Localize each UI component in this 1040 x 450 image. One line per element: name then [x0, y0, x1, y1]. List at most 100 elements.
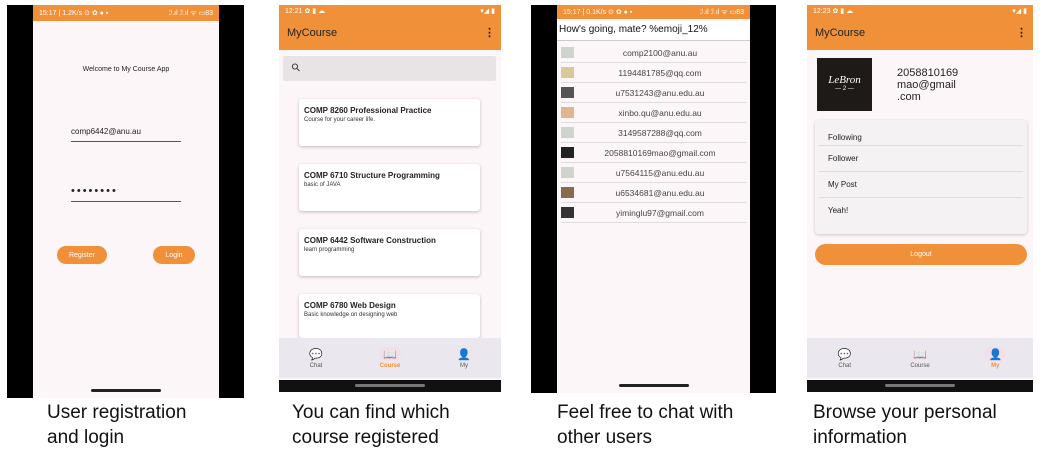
chat-icon: 💬 [309, 348, 323, 361]
chat-icon: 💬 [837, 348, 852, 361]
caption-line: Browse your personal [813, 402, 997, 423]
user-row[interactable]: u7564115@anu.edu.au [561, 163, 746, 183]
user-row[interactable]: 1194481785@qq.com [561, 63, 746, 83]
user-row[interactable]: yiminglu97@gmail.com [561, 203, 746, 223]
caption-login: User registration and login [47, 400, 186, 450]
status-left: 15:17 | 1.2K/s ⊙ ✿ ● ▪ [39, 10, 109, 17]
overflow-menu-icon[interactable]: ⋮ [484, 26, 495, 39]
chat-header: How's going, mate? %emoji_12% [557, 21, 750, 41]
user-row[interactable]: u7531243@anu.edu.au [561, 83, 746, 103]
avatar [561, 47, 574, 58]
nav-chat[interactable]: 💬 Chat [279, 338, 353, 378]
user-email: u6534681@anu.edu.au [615, 187, 705, 198]
nav-my[interactable]: 👤 My [427, 338, 501, 378]
book-icon: 📖 [379, 347, 401, 361]
nav-label: Course [379, 363, 401, 369]
welcome-text: Welcome to My Course App [82, 66, 170, 73]
nav-chat[interactable]: 💬 Chat [807, 338, 882, 378]
overflow-menu-icon[interactable]: ⋮ [1016, 26, 1027, 39]
user-row[interactable]: xinbo.qu@anu.edu.au [561, 103, 746, 123]
search-bar[interactable]: ⚲ [283, 56, 496, 81]
avatar [561, 67, 574, 78]
course-desc: basic of JAVA [304, 182, 341, 188]
avatar-text: LeBron [828, 74, 861, 86]
avatar [561, 107, 574, 118]
avatar [561, 127, 574, 138]
course-card[interactable]: COMP 6442 Software Construction learn pr… [299, 229, 480, 276]
user-row[interactable]: comp2100@anu.au [561, 43, 746, 63]
chat-screenshot: 15:17 | 0.1K/s ⊙ ✿ ● ▪ ℐ.ıl ℐ.ıl ᯤ ▭83 H… [531, 5, 776, 393]
status-right: ▾◢ ▮ [1012, 8, 1027, 15]
caption-my: Browse your personal information [813, 400, 997, 450]
caption-line: course registered [292, 427, 439, 448]
status-right: ℐ.ıl ℐ.ıl ᯤ ▭83 [699, 8, 744, 16]
profile-info: 2058810169 mao@gmail .com [897, 67, 958, 103]
menu-following[interactable]: Following [819, 120, 1023, 146]
login-screenshot: 15:17 | 1.2K/s ⊙ ✿ ● ▪ ℐ.ıl ℐ.ıl ᯤ ▭83 W… [7, 5, 244, 398]
book-icon: 📖 [913, 348, 927, 361]
course-desc: Course for your career life. [304, 117, 376, 123]
user-email: u7564115@anu.edu.au [615, 167, 705, 178]
menu-my-post[interactable]: My Post [819, 172, 1023, 198]
avatar [561, 187, 574, 198]
avatar[interactable]: LeBron — 2 — [817, 58, 872, 111]
avatar [561, 87, 574, 98]
login-button[interactable]: Login [153, 246, 195, 264]
avatar-subtext: — 2 — [835, 86, 854, 92]
caption-line: other users [557, 427, 653, 448]
app-bar: 12:23 ✿ ▮ ☁ ▾◢ ▮ MyCourse ⋮ [807, 5, 1033, 50]
nav-course[interactable]: 📖 Course [353, 338, 427, 378]
user-email: u7531243@anu.edu.au [615, 87, 705, 98]
user-email: 1194481785@qq.com [618, 67, 702, 78]
course-desc: learn programming [304, 247, 355, 253]
caption-line: You can find which [292, 402, 450, 423]
nav-label: Chat [309, 363, 323, 369]
user-email: comp2100@anu.au [622, 47, 698, 58]
status-right: ▾◢ ▮ [480, 8, 495, 15]
login-screen: 15:17 | 1.2K/s ⊙ ✿ ● ▪ ℐ.ıl ℐ.ıl ᯤ ▭83 W… [33, 5, 219, 398]
course-title: COMP 6442 Software Construction [304, 236, 436, 245]
course-title: COMP 6710 Structure Programming [304, 171, 440, 180]
nav-handle[interactable] [618, 384, 689, 387]
caption-line: information [813, 427, 907, 448]
app-title: MyCourse [815, 27, 866, 39]
person-icon: 👤 [984, 347, 1007, 361]
nav-course[interactable]: 📖 Course [882, 338, 957, 378]
email-field[interactable]: comp6442@anu.au [71, 121, 181, 142]
status-left: 15:17 | 0.1K/s ⊙ ✿ ● ▪ [563, 9, 633, 16]
menu-follower[interactable]: Follower [819, 146, 1023, 172]
avatar [561, 147, 574, 158]
nav-handle[interactable] [355, 384, 425, 387]
status-left: 12:21 ✿ ▮ ☁ [285, 8, 326, 15]
logout-button[interactable]: Logout [815, 244, 1027, 265]
user-email: 3149587288@qq.com [618, 127, 702, 138]
password-field[interactable]: •••••••• [71, 181, 181, 202]
password-value: •••••••• [71, 185, 118, 197]
nav-handle[interactable] [91, 389, 161, 392]
user-row[interactable]: u6534681@anu.edu.au [561, 183, 746, 203]
nav-handle[interactable] [885, 384, 955, 387]
menu-yeah[interactable]: Yeah! [819, 198, 1023, 224]
system-nav-bar [807, 380, 1033, 392]
course-card[interactable]: COMP 8260 Professional Practice Course f… [299, 99, 480, 146]
profile-email: mao@gmail [897, 79, 956, 91]
caption-line: Feel free to chat with [557, 402, 734, 423]
course-desc: Basic knowledge on designing web [304, 312, 398, 318]
nav-my[interactable]: 👤 My [958, 338, 1033, 378]
search-icon: ⚲ [289, 60, 304, 75]
course-card[interactable]: COMP 6710 Structure Programming basic of… [299, 164, 480, 211]
course-title: COMP 6780 Web Design [304, 301, 396, 310]
avatar [561, 167, 574, 178]
email-value: comp6442@anu.au [71, 127, 141, 136]
profile-email: .com [897, 91, 921, 103]
app-bar: 12:21 ✿ ▮ ☁ ▾◢ ▮ MyCourse ⋮ [279, 5, 501, 50]
caption-line: and login [47, 427, 125, 448]
user-row[interactable]: 3149587288@qq.com [561, 123, 746, 143]
course-card[interactable]: COMP 6780 Web Design Basic knowledge on … [299, 294, 480, 338]
user-row[interactable]: 2058810169mao@gmail.com [561, 143, 746, 163]
status-right: ℐ.ıl ℐ.ıl ᯤ ▭83 [168, 9, 213, 17]
user-email: 2058810169mao@gmail.com [604, 147, 716, 158]
register-button[interactable]: Register [57, 246, 107, 264]
avatar [561, 207, 574, 218]
caption-course: You can find which course registered [292, 400, 450, 450]
